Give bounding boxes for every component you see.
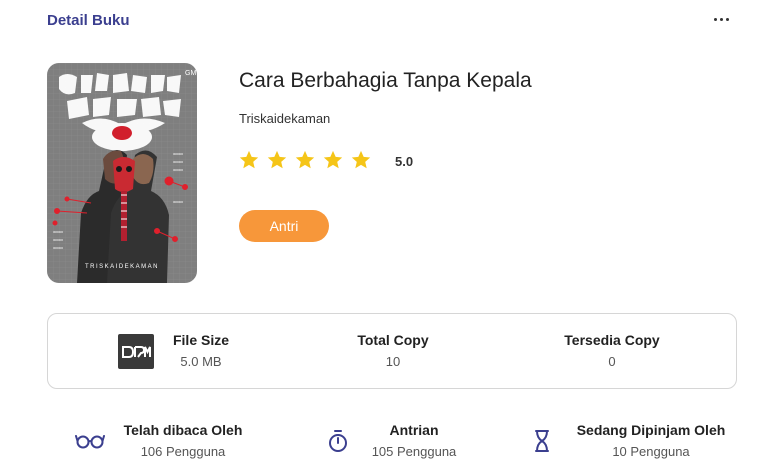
star-icon xyxy=(295,150,315,169)
more-dot xyxy=(713,17,717,21)
svg-text:000000: 000000 xyxy=(53,238,63,242)
queue-button[interactable]: Antri xyxy=(239,210,329,242)
glasses-icon xyxy=(75,435,105,449)
stopwatch-icon xyxy=(329,430,347,452)
more-dot xyxy=(719,17,723,21)
svg-text:000000: 000000 xyxy=(53,246,63,250)
file-size-label: File Size xyxy=(172,332,230,348)
available-copy-label: Tersedia Copy xyxy=(564,332,660,348)
page-title: Detail Buku xyxy=(47,12,130,29)
hourglass-icon xyxy=(535,430,549,452)
svg-text:000000: 000000 xyxy=(53,230,63,234)
borrowed-stat-value: 10 Pengguna xyxy=(612,444,690,459)
book-cover: GM 000000 000000 000000 000000 000000 00… xyxy=(47,63,197,283)
queue-stat-value: 105 Pengguna xyxy=(371,444,457,459)
rating-stars xyxy=(238,149,372,171)
book-title: Cara Berbahagia Tanpa Kepala xyxy=(239,69,532,92)
read-by-value: 106 Pengguna xyxy=(140,444,226,459)
file-size-info: File Size 5.0 MB xyxy=(158,332,244,369)
svg-text:000000: 000000 xyxy=(173,200,183,204)
star-icon xyxy=(267,150,287,169)
total-copy-value: 10 xyxy=(385,354,401,369)
svg-text:000000: 000000 xyxy=(173,152,183,156)
svg-text:GM: GM xyxy=(185,70,196,77)
more-dot xyxy=(725,17,729,21)
star-icon xyxy=(239,150,259,169)
rating-value: 5.0 xyxy=(395,154,414,169)
svg-text:TRISKAIDEKAMAN: TRISKAIDEKAMAN xyxy=(85,264,159,270)
borrowed-stat-label: Sedang Dipinjam Oleh xyxy=(576,422,726,438)
book-info-card: File Size 5.0 MB Total Copy 10 Tersedia … xyxy=(47,313,737,389)
book-author: Triskaidekaman xyxy=(239,111,331,126)
available-copy-info: Tersedia Copy 0 xyxy=(551,332,673,369)
available-copy-value: 0 xyxy=(608,354,616,369)
svg-text:000000: 000000 xyxy=(173,168,183,172)
total-copy-label: Total Copy xyxy=(357,332,429,348)
drm-logo-icon xyxy=(118,334,154,369)
read-by-label: Telah dibaca Oleh xyxy=(123,422,243,438)
star-icon xyxy=(323,150,343,169)
file-size-value: 5.0 MB xyxy=(180,354,222,369)
svg-text:000000: 000000 xyxy=(173,160,183,164)
total-copy-info: Total Copy 10 xyxy=(343,332,443,369)
more-options-button[interactable] xyxy=(706,6,736,32)
queue-stat-label: Antrian xyxy=(389,422,439,438)
star-icon xyxy=(351,150,371,169)
